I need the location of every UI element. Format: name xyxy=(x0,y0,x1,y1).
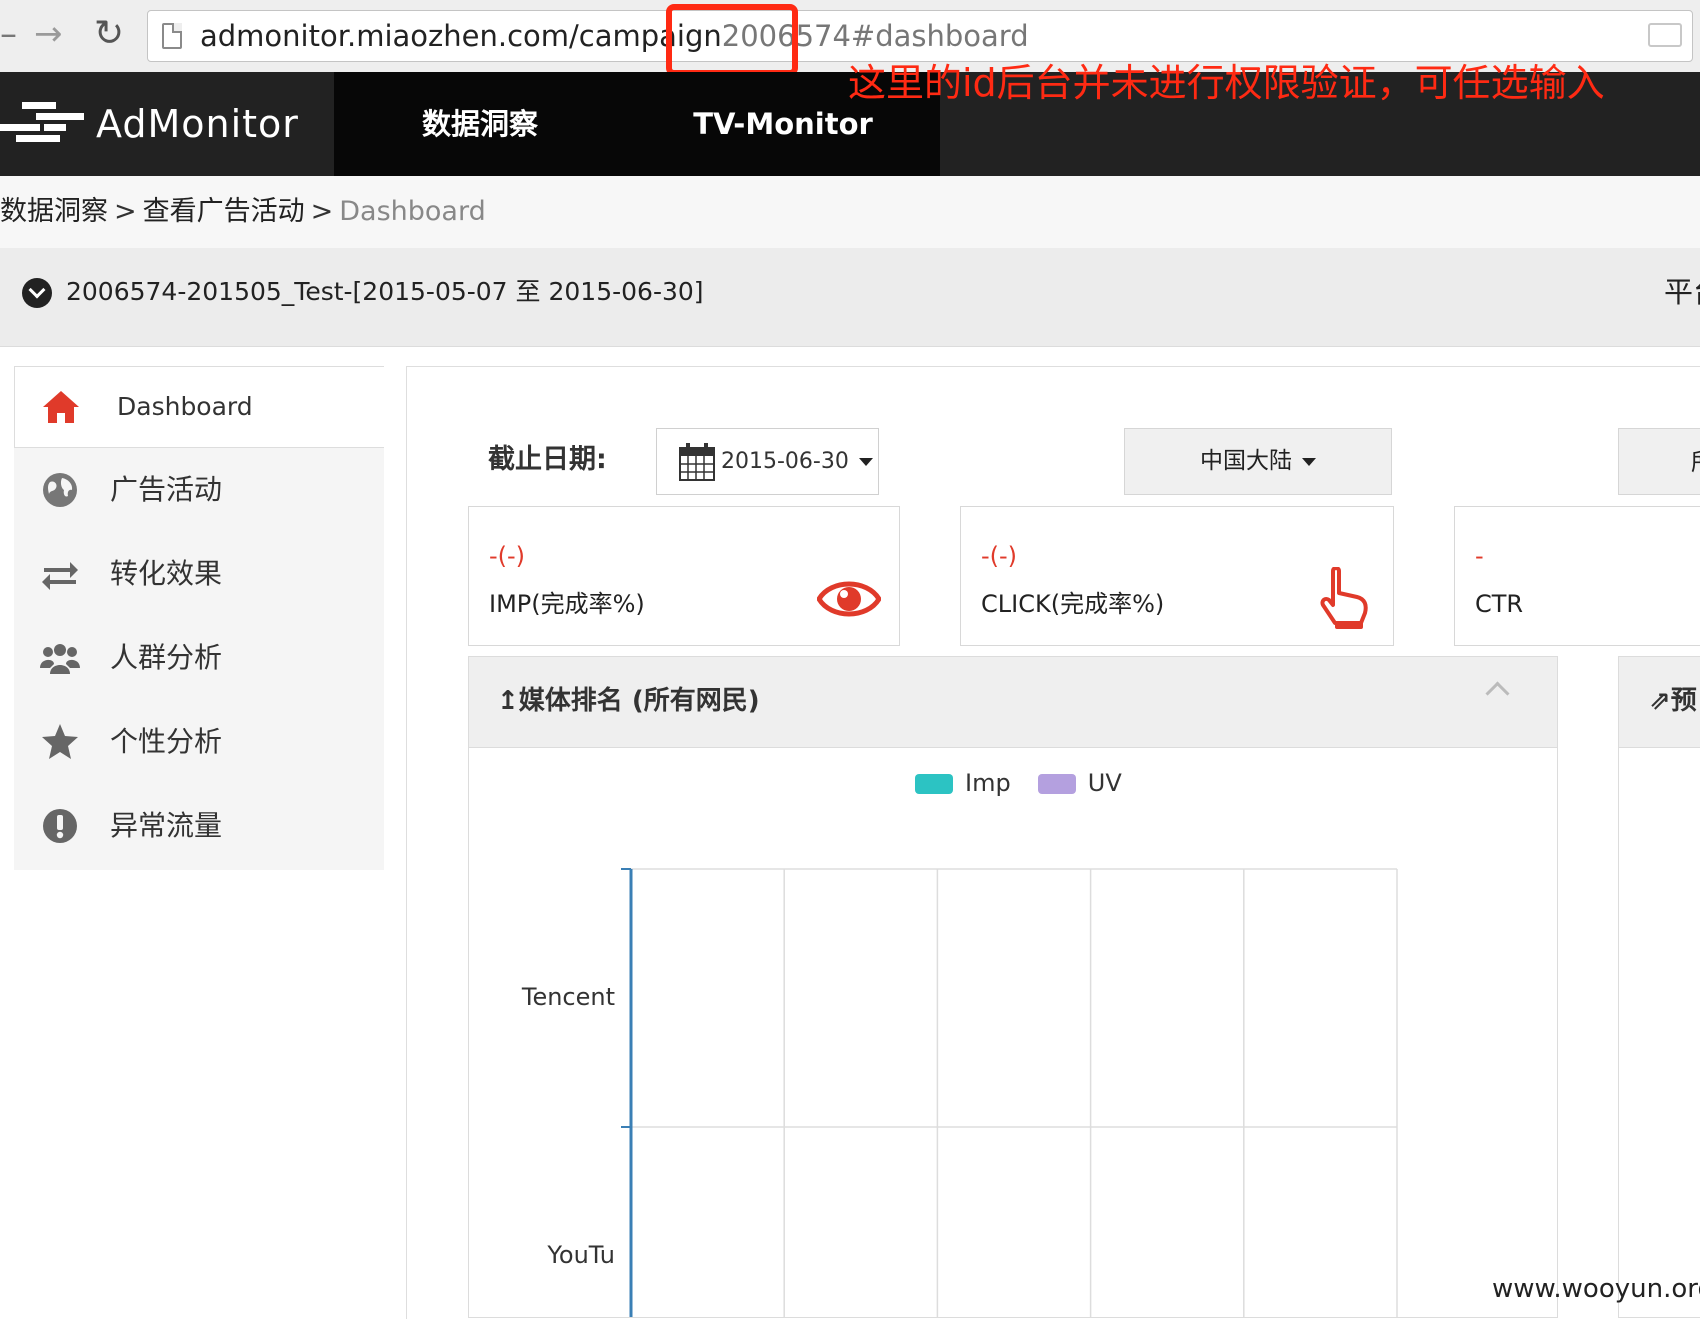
date-label: 截止日期: xyxy=(488,444,607,475)
platform-label[interactable]: 平台 xyxy=(1664,272,1700,312)
exclamation-icon xyxy=(43,809,77,843)
home-icon xyxy=(43,391,79,423)
annotation-text: 这里的id后台并未进行权限验证，可任选输入 xyxy=(848,61,1605,105)
campaign-title[interactable]: 2006574-201505_Test-[2015-05-07 至 2015-0… xyxy=(66,274,704,310)
sidebar-item-campaigns[interactable]: 广告活动 xyxy=(14,450,384,532)
logo-icon xyxy=(0,102,84,142)
users-icon xyxy=(40,644,80,674)
caret-down-icon xyxy=(858,458,873,466)
category-tick-label: Tencent xyxy=(521,983,615,1011)
panel-title-text: 预 xyxy=(1670,686,1697,716)
chevron-down-icon[interactable] xyxy=(22,278,52,308)
stat-card-imp: -(-) IMP(完成率%) xyxy=(468,506,900,646)
date-value-text: 2015-06-30 xyxy=(721,449,849,474)
filter-dropdown[interactable]: 所 xyxy=(1618,428,1700,495)
url-text[interactable]: admonitor.miaozhen.com/campaign2006574#d… xyxy=(200,18,1029,54)
reload-icon[interactable]: ↻ xyxy=(94,12,124,56)
sidebar-item-label: 异常流量 xyxy=(110,809,223,842)
stat-label: CTR xyxy=(1475,590,1524,618)
sidebar-item-abnormal-traffic[interactable]: 异常流量 xyxy=(14,786,384,868)
page-icon xyxy=(162,23,182,49)
panel-header: ⇗预 xyxy=(1619,657,1700,748)
sidebar-item-audience[interactable]: 人群分析 xyxy=(14,618,384,700)
logo-text: AdMonitor xyxy=(96,102,299,146)
breadcrumb-separator: > xyxy=(114,196,137,227)
stat-card-ctr: - CTR xyxy=(1454,506,1700,646)
category-tick-label: YouTu xyxy=(546,1241,615,1269)
sidebar-item-label: Dashboard xyxy=(117,392,253,421)
sidebar-item-personality[interactable]: 个性分析 xyxy=(14,702,384,784)
external-link-icon[interactable]: ⇗ xyxy=(1649,686,1671,716)
stat-card-click: -(-) CLICK(完成率%) xyxy=(960,506,1394,646)
stat-value: -(-) xyxy=(981,542,1018,570)
eye-icon xyxy=(817,581,881,617)
sidebar-item-label: 人群分析 xyxy=(110,641,223,674)
sidebar-item-dashboard[interactable]: Dashboard xyxy=(14,366,384,448)
stat-value: -(-) xyxy=(489,542,526,570)
breadcrumb: 数据洞察 > 查看广告活动 > Dashboard xyxy=(0,176,1700,248)
back-icon[interactable]: – xyxy=(0,14,17,54)
breadcrumb-item[interactable]: 数据洞察 xyxy=(0,196,108,227)
region-dropdown[interactable]: 中国大陆 xyxy=(1124,428,1392,495)
id-highlight-box xyxy=(666,4,798,76)
campaign-selector[interactable]: 2006574-201505_Test-[2015-05-07 至 2015-0… xyxy=(0,248,1700,347)
date-picker[interactable]: 2015-06-30 xyxy=(656,428,879,495)
stat-label: IMP(完成率%) xyxy=(489,590,645,618)
forward-icon[interactable]: → xyxy=(34,14,63,54)
url-host: admonitor.miaozhen.com/campaign xyxy=(200,19,722,53)
stat-label: CLICK(完成率%) xyxy=(981,590,1165,618)
media-ranking-chart: Tencent YouTu xyxy=(521,868,1398,1317)
extension-icon[interactable] xyxy=(1648,23,1682,47)
region-value: 中国大陆 xyxy=(1200,448,1292,474)
star-icon xyxy=(42,724,78,759)
nav-data-insight[interactable]: 数据洞察 xyxy=(334,72,626,176)
exchange-icon xyxy=(42,562,78,590)
date-value: 2015-06-30 xyxy=(721,445,873,479)
url-hash: #dashboard xyxy=(850,19,1029,53)
panel-title: ⇗预 xyxy=(1649,681,1697,721)
calendar-icon xyxy=(679,443,715,481)
preview-panel: ⇗预 xyxy=(1618,656,1700,1318)
sidebar-item-label: 广告活动 xyxy=(110,473,223,506)
sidebar-item-label: 个性分析 xyxy=(110,725,223,758)
sidebar: Dashboard 广告活动 转化效果 人群分析 个性分析 异常流量 xyxy=(14,366,384,870)
address-bar[interactable]: admonitor.miaozhen.com/campaign2006574#d… xyxy=(147,10,1693,62)
caret-down-icon xyxy=(1302,457,1316,466)
media-ranking-panel: ↥媒体排名 (所有网民) Imp UV Tencent YouTu xyxy=(468,656,1558,1318)
globe-icon xyxy=(43,473,77,507)
sidebar-item-label: 转化效果 xyxy=(110,557,223,590)
logo[interactable]: AdMonitor xyxy=(0,72,334,176)
breadcrumb-item[interactable]: 查看广告活动 xyxy=(143,196,305,227)
breadcrumb-current: Dashboard xyxy=(339,196,486,227)
watermark: www.wooyun.org xyxy=(1492,1274,1700,1304)
sidebar-item-conversion[interactable]: 转化效果 xyxy=(14,534,384,616)
breadcrumb-separator: > xyxy=(310,196,334,227)
hand-pointer-icon xyxy=(1320,567,1368,629)
filter-value: 所 xyxy=(1691,443,1700,481)
stat-value: - xyxy=(1475,542,1484,570)
